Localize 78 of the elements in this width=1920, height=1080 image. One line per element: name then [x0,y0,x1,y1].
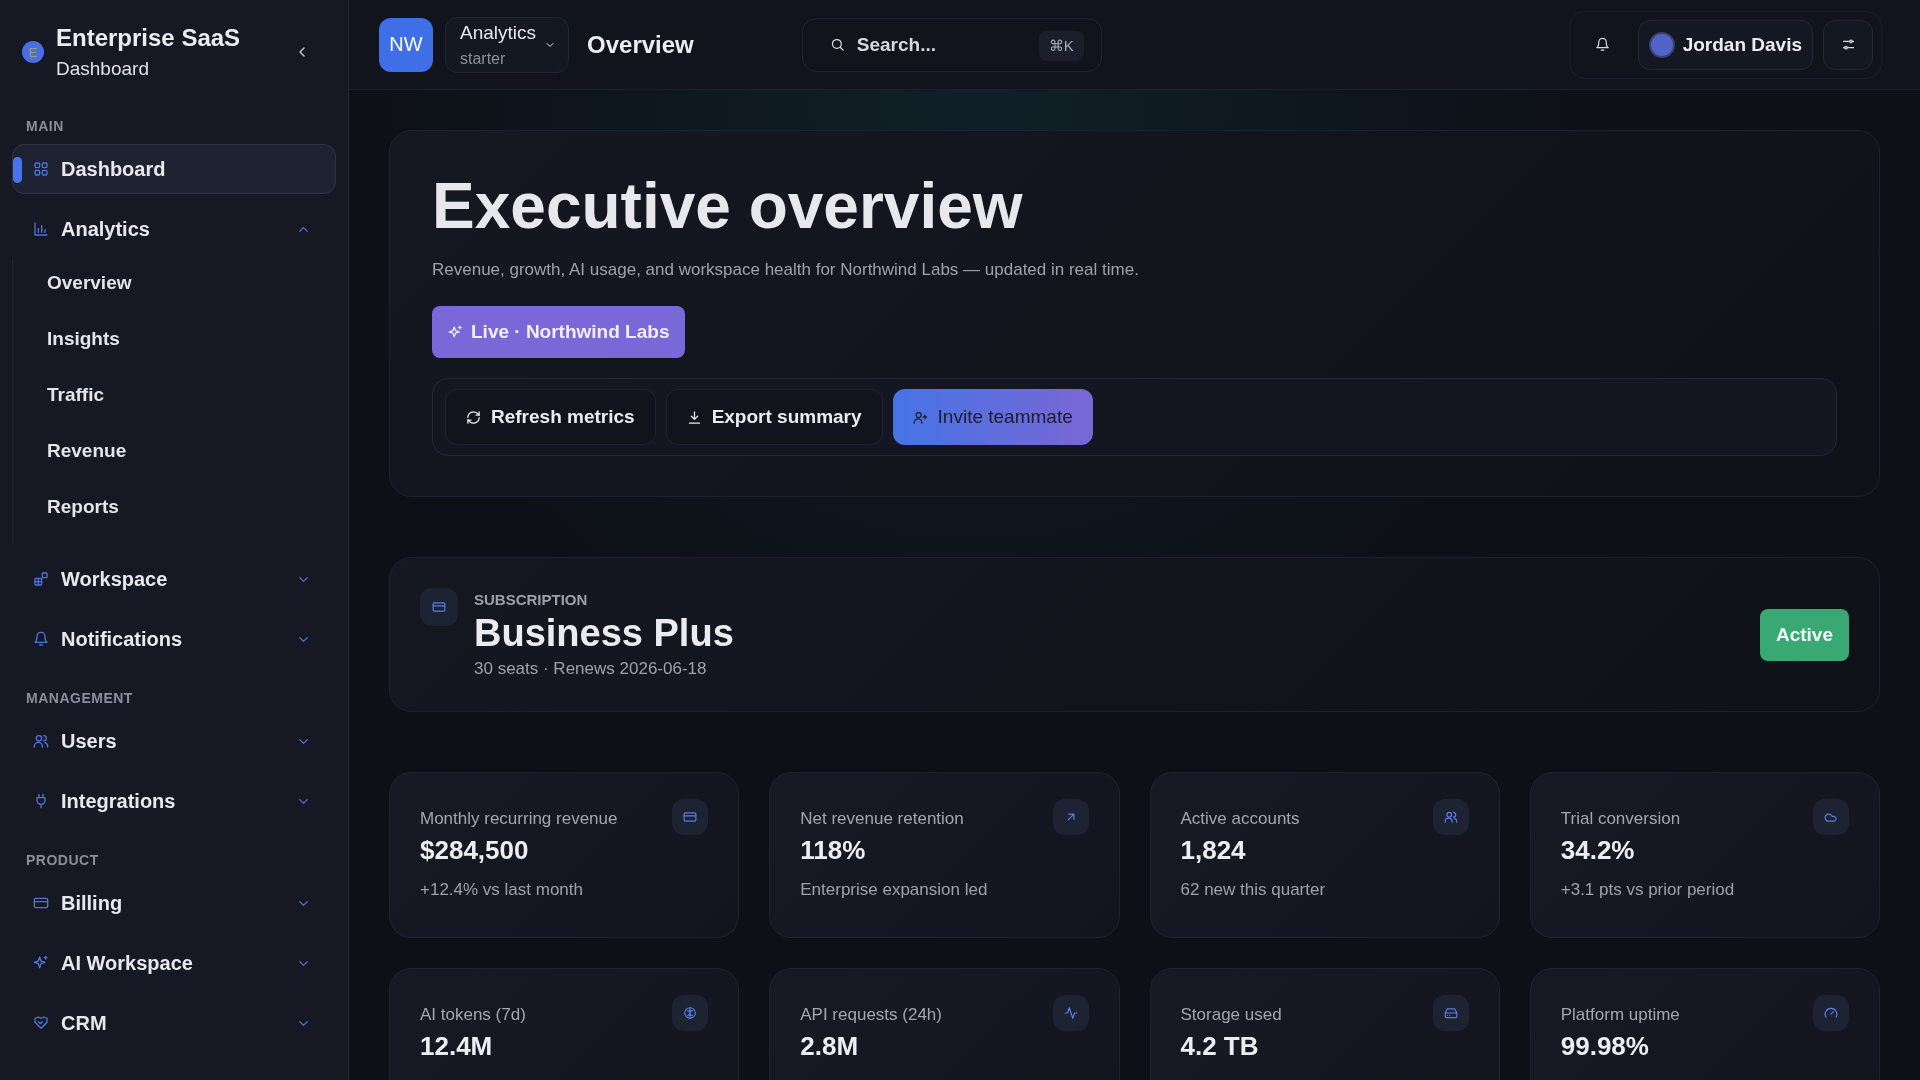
gauge-icon [1813,995,1849,1032]
stat-label: AI tokens (7d) [420,1005,526,1027]
nav-subitem[interactable]: Insights [13,316,348,362]
nav-subitem[interactable]: Overview [13,260,348,306]
users-icon [1432,799,1469,836]
user-avatar [1648,31,1675,58]
nav-item[interactable]: Workspace [12,554,336,604]
cloud-icon [1813,799,1849,836]
brand-logo: E [22,41,44,63]
brand-subtitle: Dashboard [56,58,150,80]
plan-name: Business Plus [474,611,734,655]
nav-item[interactable]: Dashboard [12,144,336,194]
sparkle-icon [448,324,463,340]
stat-label: API requests (24h) [800,1005,942,1027]
stat-label: Monthly recurring revenue [420,809,618,831]
page-description: Revenue, growth, AI usage, and workspace health for Northwind Labs — updated in real time. [432,260,1140,281]
subscription-eyebrow: SUBSCRIPTION [474,590,589,608]
card-icon [420,588,458,627]
action-button[interactable]: Refresh metrics [445,389,656,446]
sparkle-icon [33,955,49,971]
stat-value: 118% [800,835,867,867]
card-icon [672,799,709,836]
nav-subitem[interactable]: Traffic [13,372,348,418]
page-heading: Executive overview [432,173,1024,241]
live-badge: Live · Northwind Labs [432,306,686,359]
refresh-icon [466,409,481,425]
download-icon [686,409,702,425]
bell-icon [33,631,49,647]
nav-item[interactable]: CRM [12,998,336,1048]
arrow-icon [1052,799,1089,836]
stat-value: 2.8M [800,1031,860,1063]
nav-item[interactable]: Integrations [12,776,336,826]
user-menu[interactable]: Jordan Davis [1637,19,1813,70]
stat-value: 34.2% [1560,835,1636,867]
section-label: PRODUCT [25,851,100,870]
workspace-switcher[interactable]: Analytics starter [445,16,570,73]
stat-note: 62 new this quarter [1180,880,1327,901]
plug-icon [33,793,49,809]
grid-icon [33,161,49,177]
stat-value: 4.2 TB [1180,1031,1260,1063]
section-label: MANAGEMENT [25,689,134,708]
action-button[interactable]: Export summary [665,389,883,446]
page-title: Overview [587,30,694,59]
bell-icon [1595,37,1611,52]
users-icon [33,733,49,749]
stat-label: Active accounts [1180,809,1300,831]
settings-button[interactable] [1823,19,1873,70]
stat-value: 99.98% [1560,1031,1650,1063]
nav-subitem[interactable]: Revenue [13,428,348,474]
status-badge: Active [1759,608,1849,661]
stat-value: $284,500 [420,835,530,867]
stat-label: Storage used [1180,1005,1282,1027]
bar-chart-icon [33,221,49,237]
stat-label: Net revenue retention [800,809,964,831]
storage-icon [1432,995,1469,1032]
stat-label: Trial conversion [1560,809,1681,831]
plan-details: 30 seats · Renews 2026-06-18 [474,658,708,679]
stat-note: +3.1 pts vs prior period [1560,880,1736,901]
nav-item[interactable]: AI Workspace [12,938,336,988]
nav-item[interactable]: Notifications [12,614,336,664]
nav-subitem[interactable]: Reports [13,484,348,530]
nav-item[interactable]: Analytics [12,204,336,254]
stat-value: 12.4M [420,1031,494,1063]
stat-note: +12.4% vs last month [420,880,584,901]
settings-icon [1840,37,1856,52]
brand-title: Enterprise SaaS [56,24,241,52]
stat-note: Enterprise expansion led [800,880,989,901]
action-button[interactable]: Invite teammate [892,389,1093,446]
stat-value: 1,824 [1180,835,1247,867]
nav-item[interactable]: Users [12,716,336,766]
nav-item[interactable]: Billing [12,878,336,928]
user-plus-icon [912,409,928,425]
pulse-icon [1052,995,1089,1032]
section-label: MAIN [25,117,65,136]
stat-label: Platform uptime [1560,1005,1680,1027]
card-icon [33,895,49,911]
blocks-icon [33,571,49,587]
workspace-avatar[interactable]: NW [379,17,433,72]
